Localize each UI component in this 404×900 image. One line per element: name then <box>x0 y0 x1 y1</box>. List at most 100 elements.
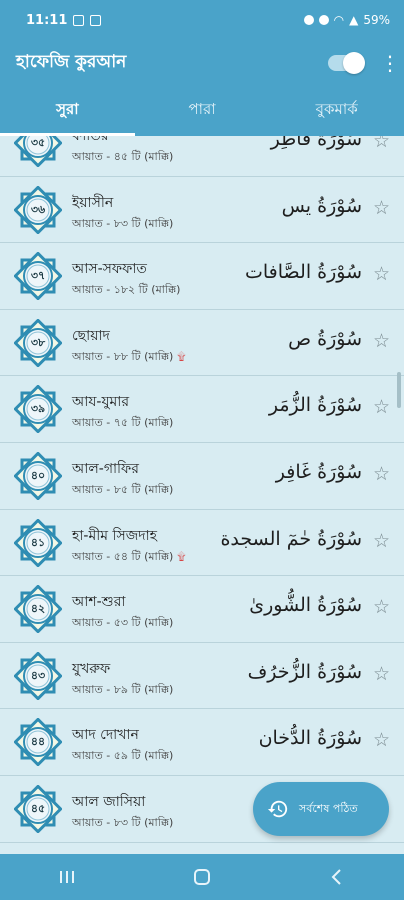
ayah-count: আয়াত - ৮৯ টি (মাক্কি) <box>72 682 174 696</box>
ayah-count: আয়াত - ৮৮ টি (মাক্কি) <box>72 349 174 363</box>
surah-number: ৪৪ <box>30 735 46 749</box>
surah-row[interactable]: ৪২ আশ-শুরা আয়াত - ৫৩ টি (মাক্কি) سُوْرَةُ … <box>0 576 404 643</box>
surah-number-badge: ৪১ <box>13 517 63 568</box>
surah-name-arabic: سُوْرَةُ حٰمٓ السجدة <box>220 527 362 550</box>
surah-row[interactable]: ৪০ আল-গাফির আয়াত - ৮৫ টি (মাক্কি) سُوْرَةُ… <box>0 442 404 510</box>
surah-name-arabic: سُوْرَةُ الدُّخان <box>258 727 362 750</box>
surah-row[interactable]: ৪১ হা-মীম সিজদাহ আয়াত - ৫৪ টি (মাক্কি) ۩ سُ… <box>0 509 404 577</box>
surah-name-arabic: سُوْرَةُ غَافِر <box>275 460 362 483</box>
surah-number-badge: ৪৪ <box>13 717 63 768</box>
ayah-count: আয়াত - ৮৩ টি (মাক্কি) <box>72 216 174 230</box>
surah-row[interactable]: ৪৪ আদ দোখান আয়াত - ৫৯ টি (মাক্কি) سُوْرَةُ… <box>0 709 404 776</box>
toggle-knob <box>343 52 365 74</box>
tab-surah[interactable]: সুরা <box>0 86 135 136</box>
bookmark-star-icon[interactable]: ☆ <box>373 530 390 552</box>
surah-number: ৪৫ <box>30 801 46 815</box>
surah-row[interactable]: ৩৮ ছোয়াদ আয়াত - ৮৮ টি (মাক্কি) ۩ سُوْرَةُ … <box>0 309 404 377</box>
surah-number: ৩৮ <box>30 335 46 349</box>
surah-meta: আয়াত - ৮৩ টি (মাক্কি) <box>72 215 173 234</box>
surah-name-bangla: যুখরুফ <box>72 660 111 677</box>
ayah-count: আয়াত - ৫৪ টি (মাক্কি) <box>72 549 174 563</box>
bookmark-star-icon[interactable]: ☆ <box>373 197 390 219</box>
ayah-count: আয়াত - ৮৩ টি (মাক্কি) <box>72 815 174 829</box>
more-options-icon[interactable]: ⋮ <box>380 53 400 73</box>
surah-name-bangla: ফাতির <box>72 136 109 144</box>
surah-row[interactable]: ৩৭ আস-সফফাত আয়াত - ১৮২ টি (মাক্কি) سُوْرَة… <box>0 243 404 310</box>
surah-number: ৩৬ <box>30 202 46 216</box>
surah-row[interactable]: ৩৬ ইয়াসীন আয়াত - ৮৩ টি (মাক্কি) سُوْرَةُ … <box>0 176 404 244</box>
surah-meta: আয়াত - ১৮২ টি (মাক্কি) <box>72 281 180 300</box>
bookmark-star-icon[interactable]: ☆ <box>373 263 390 285</box>
tab-para[interactable]: পারা <box>135 86 270 136</box>
app-title: হাফেজি কুরআন <box>16 52 127 72</box>
surah-meta: আয়াত - ৭৫ টি (মাক্কি) <box>72 414 173 433</box>
surah-name-bangla: ইয়াসীন <box>72 194 114 211</box>
surah-list[interactable]: ৩৫ ফাতির আয়াত - ৪৫ টি (মাক্কি) سُوْرَةُ فَ… <box>0 136 404 854</box>
surah-number: ৪৩ <box>30 668 46 682</box>
recent-apps-button[interactable] <box>37 854 97 900</box>
bookmark-star-icon[interactable]: ☆ <box>373 136 390 152</box>
surah-number: ৩৯ <box>30 402 46 416</box>
notification-icons <box>73 14 102 26</box>
surah-number: ৪০ <box>30 468 46 482</box>
surah-number-badge: ৩৮ <box>13 318 63 368</box>
surah-number-badge: ৪৫ <box>13 784 63 834</box>
app-bar: হাফেজি কুরআন ⋮ <box>0 40 404 86</box>
bookmark-star-icon[interactable]: ☆ <box>373 596 390 618</box>
surah-name-bangla: আশ-শুরা <box>72 594 126 611</box>
surah-name-bangla: আস-সফফাত <box>72 261 147 278</box>
surah-meta: আয়াত - ৮৩ টি (মাক্কি) <box>72 814 173 833</box>
bookmark-star-icon[interactable]: ☆ <box>373 729 390 751</box>
surah-name-bangla: হা-মীম সিজদাহ <box>72 527 158 544</box>
surah-name-arabic: سُوْرَةُ الزُّمَر <box>268 394 362 417</box>
bookmark-star-icon[interactable]: ☆ <box>373 330 390 352</box>
last-read-button[interactable]: সর্বশেষ পঠিত <box>253 782 389 836</box>
bookmark-star-icon[interactable]: ☆ <box>373 396 390 418</box>
back-button[interactable] <box>307 854 367 900</box>
surah-number-badge: ৪২ <box>13 584 63 634</box>
surah-number-badge: ৩৭ <box>13 251 63 301</box>
surah-row[interactable]: ৩৯ আয-যুমার আয়াত - ৭৫ টি (মাক্কি) سُوْرَةُ… <box>0 376 404 443</box>
alarm-icon <box>303 15 314 25</box>
tab-bar: সুরা পারা বুকমার্ক <box>0 86 404 136</box>
surah-number-badge: ৪৩ <box>13 651 63 701</box>
surah-number-badge: ৪০ <box>13 451 63 501</box>
surah-number: ৩৭ <box>30 269 46 283</box>
status-bar: 11:11 ◠ ▲ 59% <box>0 0 404 40</box>
recent-apps-icon <box>60 871 75 883</box>
scrollbar[interactable] <box>397 372 401 408</box>
surah-name-bangla: আয-যুমার <box>72 394 130 411</box>
ayah-count: আয়াত - ৫৯ টি (মাক্কি) <box>72 749 174 763</box>
surah-name-arabic: سُوْرَةُ الشُّورىٰ <box>249 594 362 617</box>
sajdah-icon: ۩ <box>177 350 186 364</box>
home-icon <box>193 869 210 885</box>
gallery-icon <box>90 14 102 26</box>
home-button[interactable] <box>172 854 232 900</box>
surah-name-arabic: سُوْرَةُ الزُّخرُف <box>247 660 362 683</box>
surah-number: ৪২ <box>30 602 46 616</box>
status-time: 11:11 <box>26 12 68 28</box>
wifi-icon: ◠ <box>333 13 345 27</box>
sajdah-icon: ۩ <box>177 550 186 564</box>
surah-rows: ৩৫ ফাতির আয়াত - ৪৫ টি (মাক্কি) سُوْرَةُ فَ… <box>0 136 404 843</box>
surah-row[interactable]: ৩৫ ফাতির আয়াত - ৪৫ টি (মাক্কি) سُوْرَةُ فَ… <box>0 136 404 177</box>
tab-bookmark[interactable]: বুকমার্ক <box>269 86 404 136</box>
ayah-count: আয়াত - ১৮২ টি (মাক্কি) <box>72 283 181 297</box>
history-icon <box>267 800 288 818</box>
surah-meta: আয়াত - ৮৫ টি (মাক্কি) <box>72 481 173 500</box>
ayah-count: আয়াত - ৮৫ টি (মাক্কি) <box>72 482 174 496</box>
surah-name-arabic: سُوْرَةُ الصَّافات <box>245 261 362 284</box>
bookmark-star-icon[interactable]: ☆ <box>373 663 390 685</box>
ayah-count: আয়াত - ৫৩ টি (মাক্কি) <box>72 616 174 630</box>
bookmark-star-icon[interactable]: ☆ <box>373 463 390 485</box>
surah-meta: আয়াত - ৫৪ টি (মাক্কি) ۩ <box>72 548 186 567</box>
surah-number-badge: ৩৯ <box>13 384 63 435</box>
ayah-count: আয়াত - ৪৫ টি (মাক্কি) <box>72 150 174 163</box>
ayah-count: আয়াত - ৭৫ টি (মাক্কি) <box>72 416 174 430</box>
surah-name-arabic: سُوْرَةُ يس <box>281 194 362 217</box>
signal-icon: ▲ <box>349 13 359 27</box>
surah-meta: আয়াত - ৫৯ টি (মাক্কি) <box>72 747 173 766</box>
surah-name-bangla: ছোয়াদ <box>72 327 110 344</box>
theme-toggle[interactable] <box>328 52 365 74</box>
surah-row[interactable]: ৪৩ যুখরুফ আয়াত - ৮৯ টি (মাক্কি) سُوْرَةُ ا… <box>0 642 404 710</box>
